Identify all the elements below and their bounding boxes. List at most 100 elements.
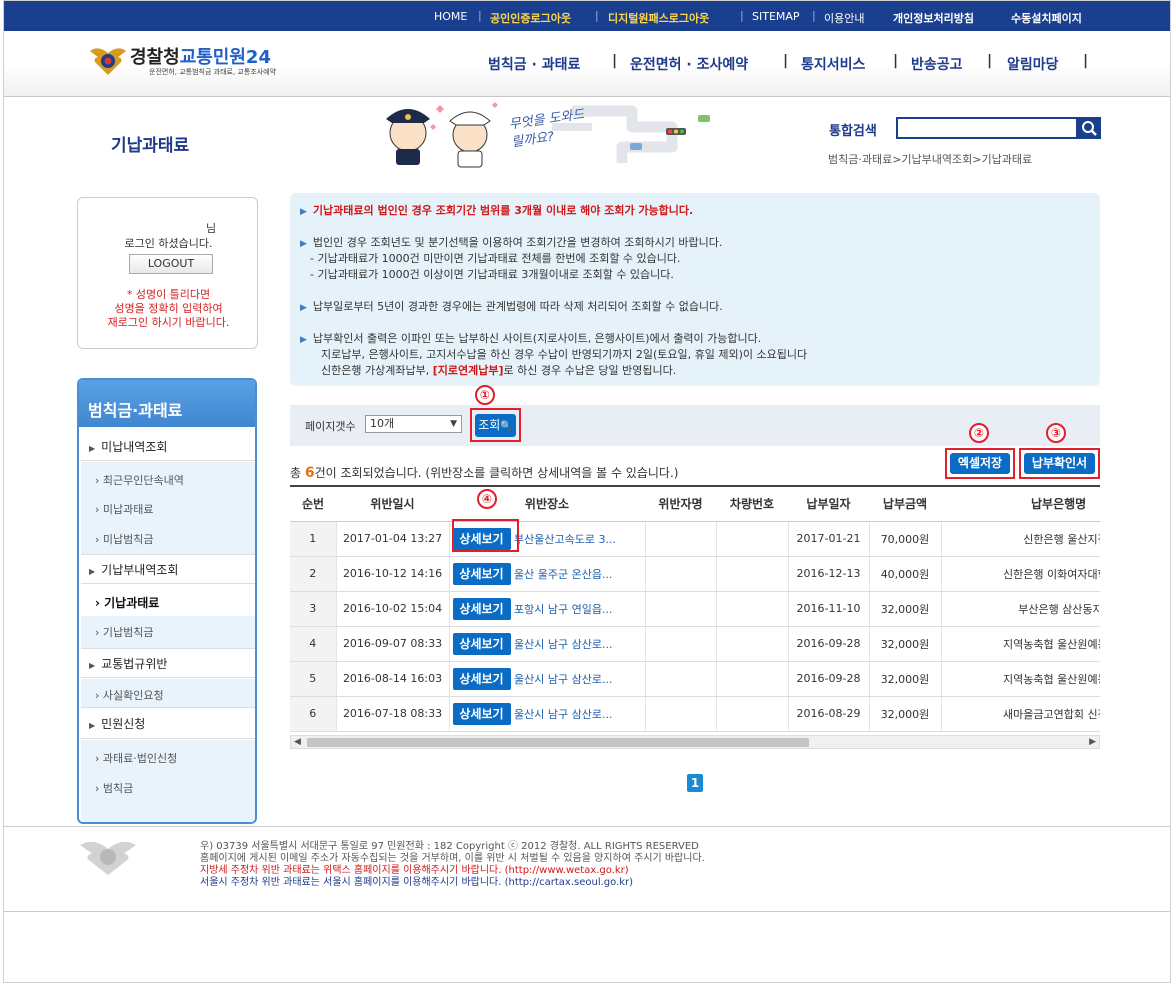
result-table: 순번 위반일시 위반장소 위반자명 차량번호 납부일자 납부금액 납부은행명 1… xyxy=(290,485,1100,732)
sidebar-group-unpaid[interactable]: ▶ 미납내역조회 xyxy=(81,433,255,461)
gnav-return-notice[interactable]: 반송공고 xyxy=(911,54,963,74)
logout-button[interactable]: LOGOUT xyxy=(129,254,213,274)
horizontal-scrollbar[interactable]: ◀ ▶ xyxy=(290,735,1100,749)
vehicle-number xyxy=(716,661,789,697)
table-header-row: 순번 위반일시 위반장소 위반자명 차량번호 납부일자 납부금액 납부은행명 xyxy=(290,485,1100,522)
cert-logout-link[interactable]: 공인인증로그아웃 xyxy=(490,10,571,26)
sitemap-link[interactable]: SITEMAP xyxy=(752,10,800,23)
sidebar-item-label: 기납범칙금 xyxy=(102,626,154,639)
sidebar-group-paid[interactable]: ▶ 기납부내역조회 xyxy=(81,554,255,584)
notice-text: 로 하신 경우 수납은 당일 반영됩니다. xyxy=(503,364,677,377)
logo-subtitle: 운전면허, 교통범칙금 과태료, 교통조사예약 xyxy=(149,68,277,76)
user-suffix: 님 xyxy=(206,222,217,235)
bank-name: 새마을금고연합회 신정팔동 xyxy=(941,696,1100,732)
notice-item: ▶ 법인인 경우 조회년도 및 분기선택을 이용하여 조회기간을 변경하여 조회하… xyxy=(300,234,722,250)
violator-name xyxy=(645,521,717,557)
sidebar-item-label: 미납범칙금 xyxy=(102,533,154,546)
sidebar-item-label: 미납과태료 xyxy=(102,503,154,516)
scroll-right-icon[interactable]: ▶ xyxy=(1089,736,1096,748)
search-input[interactable] xyxy=(896,117,1078,139)
sidebar-menu: 범칙금·과태료 ▶ 미납내역조회 › 최근무인단속내역 › 미납과태료 › 미납범… xyxy=(77,378,257,824)
search-query-button[interactable]: 조회🔍 xyxy=(475,414,516,437)
bank-name: 지역농축협 울산원예농협공 xyxy=(941,626,1100,662)
detail-button[interactable]: 상세보기 xyxy=(452,597,511,620)
gnav-notice-service[interactable]: 통지서비스 xyxy=(801,54,865,74)
sidebar-item-label: 범칙금 xyxy=(102,782,134,795)
detail-button[interactable]: 상세보기 xyxy=(452,562,511,585)
excel-save-button[interactable]: 엑셀저장 xyxy=(950,453,1010,474)
guide-link[interactable]: 이용안내 xyxy=(824,10,864,26)
violation-place-link[interactable]: 울산시 남구 삼산로... xyxy=(514,706,629,722)
detail-button[interactable]: 상세보기 xyxy=(452,667,511,690)
gnav-divider: | xyxy=(612,53,618,69)
violation-datetime: 2016-10-12 14:16 xyxy=(336,556,450,592)
violation-datetime: 2016-09-07 08:33 xyxy=(336,626,450,662)
violation-place-link[interactable]: 울산시 남구 삼산로... xyxy=(514,671,629,687)
violator-name xyxy=(645,661,717,697)
table-row: 6 2016-07-18 08:33 상세보기 울산시 남구 삼산로... 20… xyxy=(290,696,1100,732)
onepass-logout-link[interactable]: 디지털원패스로그아웃 xyxy=(608,10,709,26)
gnav-license[interactable]: 운전면허 · 조사예약 xyxy=(630,54,748,74)
browser-page: HOME | 공인인증로그아웃 | 디지털원패스로그아웃 | SITEMAP |… xyxy=(3,0,1171,983)
sidebar-item-label: 최근무인단속내역 xyxy=(102,474,184,487)
notice-text: 납부확인서 출력은 이파인 또는 납부하신 사이트(지로사이트, 은행사이트)에… xyxy=(312,332,762,345)
payment-amount: 32,000원 xyxy=(869,696,942,732)
divider: | xyxy=(812,9,816,22)
manual-install-link[interactable]: 수동설치페이지 xyxy=(1011,10,1082,26)
violation-place-link[interactable]: 포항시 남구 연일읍... xyxy=(514,601,629,617)
gnav-announcements[interactable]: 알림마당 xyxy=(1007,54,1059,74)
site-logo-title[interactable]: 경찰청교통민원24 xyxy=(130,43,271,69)
page-number-current[interactable]: 1 xyxy=(687,774,703,792)
scrollbar-thumb[interactable] xyxy=(307,738,809,747)
footer-email-notice: 홈페이지에 게시된 이메일 주소가 자동수집되는 것을 거부하며, 이를 위반 … xyxy=(200,853,705,864)
arrow-icon: ▶ xyxy=(89,444,96,453)
privacy-policy-link[interactable]: 개인정보처리방침 xyxy=(893,10,974,26)
violation-place-cell: 상세보기 포항시 남구 연일읍... xyxy=(449,591,646,627)
sidebar-title: 범칙금·과태료 xyxy=(88,401,183,420)
login-box: 님 로그인 하셨습니다. LOGOUT * 성명이 틀리다면 성명을 정확히 입… xyxy=(77,197,258,349)
violation-place-link[interactable]: 울산 울주군 온산읍... xyxy=(514,566,629,582)
sidebar-item-recent-enforcement[interactable]: › 최근무인단속내역 xyxy=(95,472,184,488)
sidebar-item-label: 과태료·법인신청 xyxy=(102,752,178,765)
detail-button[interactable]: 상세보기 xyxy=(452,632,511,655)
scroll-left-icon[interactable]: ◀ xyxy=(294,736,301,748)
sidebar-item-corporate-request[interactable]: › 과태료·법인신청 xyxy=(95,750,177,766)
notice-item: ▶ 납부일로부터 5년이 경과한 경우에는 관계법령에 따라 삭제 처리되어 조회… xyxy=(300,298,723,314)
violation-datetime: 2016-07-18 08:33 xyxy=(336,696,450,732)
payment-date: 2016-09-28 xyxy=(788,626,870,662)
sidebar-item-unpaid-penalty[interactable]: › 미납범칙금 xyxy=(95,531,154,547)
marker-1: ① xyxy=(475,385,495,405)
result-summary: 총 6건이 조회되었습니다. (위반장소를 클릭하면 상세내역을 볼 수 있습니… xyxy=(290,464,678,481)
violation-datetime: 2016-08-14 16:03 xyxy=(336,661,450,697)
violation-place-link[interactable]: 부산울산고속도로 3... xyxy=(514,531,629,547)
page-size-select[interactable]: 10개 ▼ xyxy=(365,415,462,433)
gnav-fines[interactable]: 범칙금 · 과태료 xyxy=(488,54,580,74)
sidebar-item-paid-penalty[interactable]: › 기납범칙금 xyxy=(95,624,154,640)
sidebar-item-unpaid-fines[interactable]: › 미납과태료 xyxy=(95,501,154,517)
sidebar-group-label: 교통법규위반 xyxy=(101,657,168,671)
search-label: 통합검색 xyxy=(829,124,877,139)
sidebar-group-violation[interactable]: ▶ 교통법규위반 xyxy=(81,648,255,678)
violation-datetime: 2016-10-02 15:04 xyxy=(336,591,450,627)
marker-2: ② xyxy=(969,423,989,443)
payment-receipt-button[interactable]: 납부확인서 xyxy=(1024,453,1095,474)
row-number: 2 xyxy=(290,556,337,592)
bank-name: 부산은행 삼산동지점 xyxy=(941,591,1100,627)
logo-prefix: 경찰청 xyxy=(130,47,180,68)
violation-place-link[interactable]: 울산시 남구 삼산로... xyxy=(514,636,629,652)
sidebar-group-petition[interactable]: ▶ 민원신청 xyxy=(81,707,255,739)
table-row: 4 2016-09-07 08:33 상세보기 울산시 남구 삼산로... 20… xyxy=(290,626,1100,662)
warning-line: 성명을 정확히 입력하여 xyxy=(114,302,223,315)
search-button[interactable] xyxy=(1077,117,1101,139)
sidebar-item-fact-check[interactable]: › 사실확인요청 xyxy=(95,687,164,703)
home-link[interactable]: HOME xyxy=(434,10,467,23)
table-row: 5 2016-08-14 16:03 상세보기 울산시 남구 삼산로... 20… xyxy=(290,661,1100,697)
site-header: 경찰청교통민원24 운전면허, 교통범칙금 과태료, 교통조사예약 범칙금 · … xyxy=(4,31,1170,97)
violator-name xyxy=(645,556,717,592)
highlight-frame xyxy=(452,519,519,552)
violation-place-cell: 상세보기 울산시 남구 삼산로... xyxy=(449,696,646,732)
police-emblem-icon[interactable] xyxy=(88,41,128,81)
sidebar-item-penalty-request[interactable]: › 범칙금 xyxy=(95,780,133,796)
sidebar-item-paid-fines[interactable]: › 기납과태료 xyxy=(95,594,159,611)
detail-button[interactable]: 상세보기 xyxy=(452,702,511,725)
